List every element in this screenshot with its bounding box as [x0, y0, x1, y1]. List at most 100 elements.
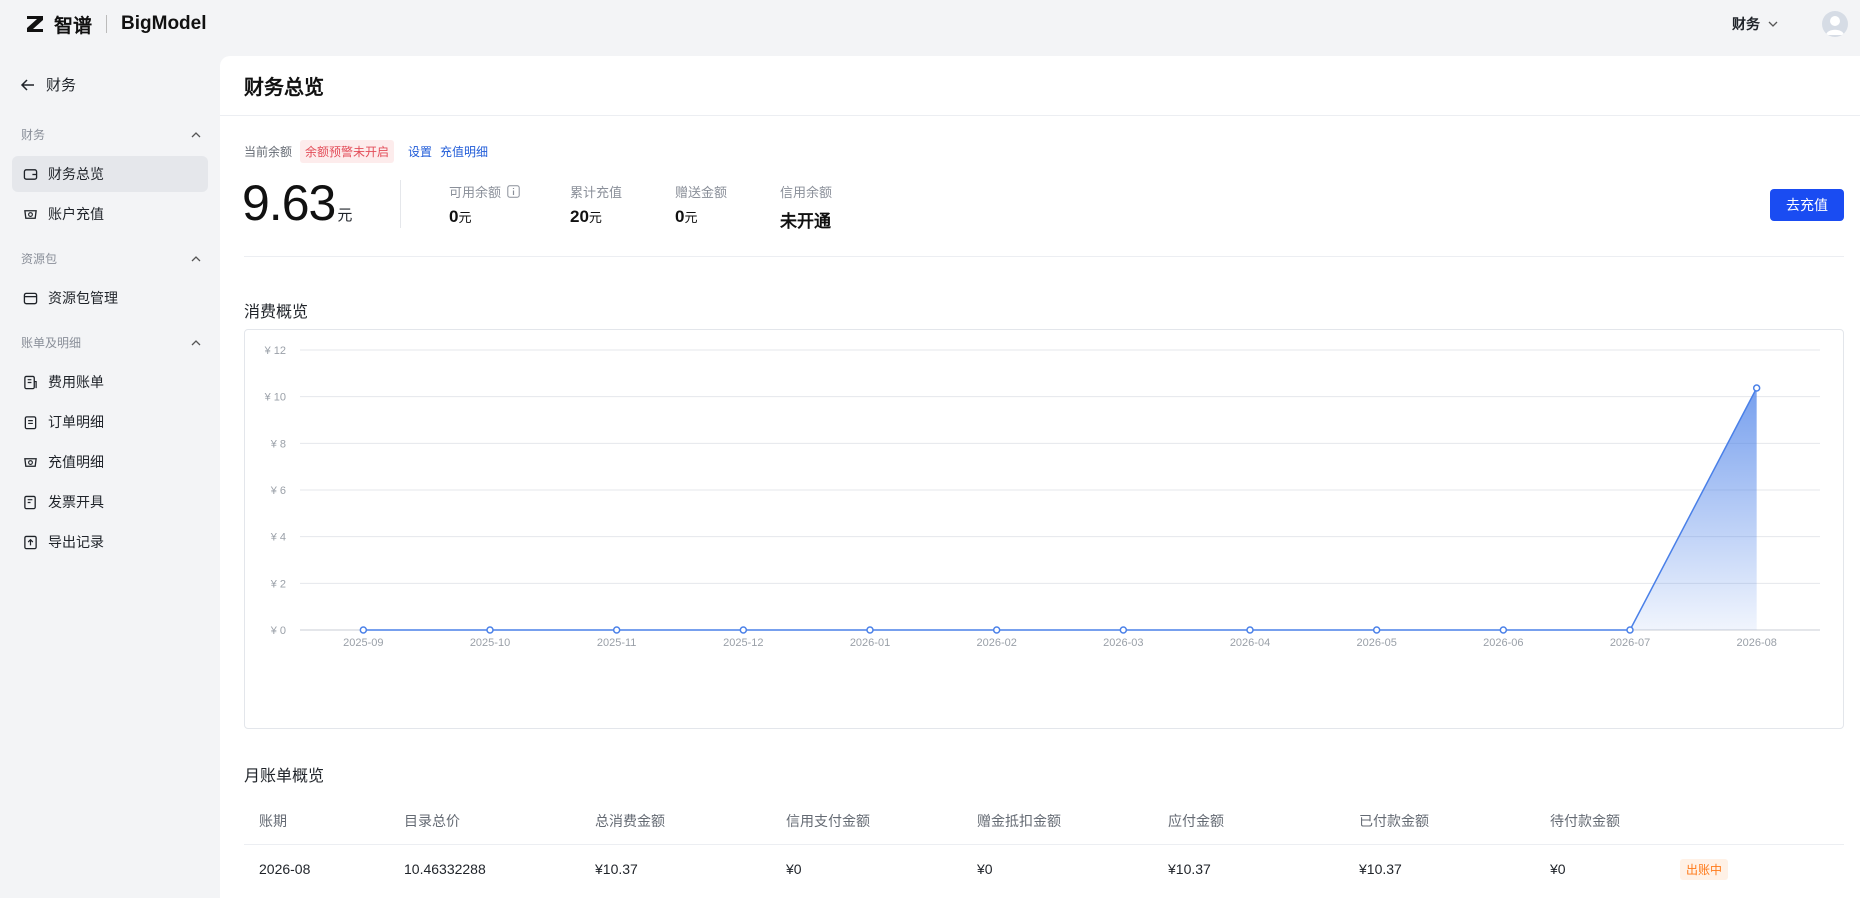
sidebar-item-label: 发票开具 [48, 494, 104, 510]
x-tick-label: 2025-10 [470, 637, 510, 649]
bill-status-badge: 出账中 [1680, 858, 1729, 880]
page-header: 财务总览 [220, 56, 1860, 116]
table-cell: ¥0 [977, 861, 993, 877]
sidebar-item-label: 账户充值 [48, 206, 104, 222]
data-point [1499, 626, 1508, 634]
user-avatar[interactable] [1822, 11, 1848, 37]
column-header: 总消费金额 [595, 812, 665, 829]
data-point [1246, 626, 1254, 634]
y-tick-label: ¥ 10 [264, 392, 286, 404]
data-point [992, 626, 1001, 634]
x-tick-label: 2026-03 [1103, 637, 1143, 649]
zhipu-logo-icon [24, 13, 46, 35]
sidebar-item-recharge-details[interactable]: 充值明细 [12, 444, 208, 480]
column-header: 账期 [259, 812, 287, 829]
stat-bonus-amount: 赠送金额 0元 [675, 182, 727, 227]
main-panel: 财务总览 当前余额 余额预警未开启 设置 充值明细 9.63 元 可用余额 0元… [220, 56, 1860, 898]
sidebar-item-resource-pack-management[interactable]: 资源包管理 [12, 280, 208, 316]
arrow-left-icon [20, 78, 34, 91]
balance-alert-status-tag: 余额预警未开启 [300, 140, 395, 163]
sidebar-item-order-details[interactable]: 订单明细 [12, 404, 208, 440]
stat-label: 信用余额 [780, 185, 833, 200]
table-cell: 2026-08 [259, 861, 311, 877]
balance-divider [400, 180, 401, 228]
consumption-overview-title: 消费概览 [244, 304, 309, 321]
table-cell: ¥10.37 [595, 861, 638, 877]
x-tick-label: 2026-08 [1736, 637, 1776, 649]
table-cell: ¥0 [1550, 861, 1566, 877]
sidebar-item-expense-bill[interactable]: 费用账单 [12, 364, 208, 400]
data-point [1372, 626, 1381, 634]
data-point [1752, 384, 1761, 392]
info-icon[interactable] [507, 185, 520, 198]
sidebar-item-label: 资源包管理 [48, 290, 118, 306]
x-tick-label: 2026-06 [1483, 637, 1523, 649]
clipboard-icon [22, 414, 38, 430]
export-icon [22, 534, 38, 550]
sidebar-item-label: 导出记录 [48, 534, 104, 550]
balance-alert-settings-link[interactable]: 设置 [408, 143, 432, 160]
sidebar-group-billing[interactable]: 账单及明细 [21, 334, 201, 351]
sidebar-group-label: 账单及明细 [21, 336, 82, 350]
sidebar-group-finance[interactable]: 财务 [21, 126, 201, 143]
sidebar-item-finance-overview[interactable]: 财务总览 [12, 156, 208, 192]
sidebar-item-label: 充值明细 [48, 454, 104, 470]
x-tick-label: 2026-07 [1610, 637, 1650, 649]
finance-dropdown[interactable]: 财务 [1732, 14, 1778, 34]
top-bar: 智谱 BigModel 财务 [0, 0, 1860, 48]
recharge-button[interactable]: 去充值 [1770, 189, 1844, 221]
y-tick-label: ¥ 6 [270, 485, 286, 497]
stat-available-balance: 可用余额 0元 [449, 182, 520, 227]
data-point [359, 626, 368, 634]
chevron-up-icon [191, 255, 201, 261]
brand-divider [106, 15, 108, 33]
sidebar-group-resource-pack[interactable]: 资源包 [21, 250, 201, 267]
consumption-chart: ¥ 0 ¥ 2 ¥ 4 ¥ 6 ¥ 8 ¥ 10 ¥ 12 2025-09 2025-10 202… [244, 329, 1844, 729]
stat-unit: 元 [588, 210, 602, 225]
y-tick-label: ¥ 12 [264, 345, 286, 357]
sidebar-item-label: 财务总览 [48, 166, 104, 182]
monthly-bill-overview-title: 月账单概览 [244, 768, 325, 785]
sidebar-item-account-recharge[interactable]: 账户充值 [12, 196, 208, 232]
piggy-bank-icon [22, 206, 38, 222]
brand-name-en: BigModel [121, 13, 207, 34]
stat-unit: 元 [458, 210, 472, 225]
brand-name-cn: 智谱 [54, 15, 93, 37]
recharge-details-link[interactable]: 充值明细 [440, 143, 488, 160]
back-to-finance-link[interactable]: 财务 [20, 74, 76, 95]
balance-header: 当前余额 余额预警未开启 设置 充值明细 [244, 140, 488, 163]
column-header: 信用支付金额 [786, 812, 870, 829]
stat-total-recharge: 累计充值 20元 [570, 182, 622, 227]
user-icon [1826, 16, 1844, 35]
column-header: 应付金额 [1168, 812, 1224, 829]
y-tick-label: ¥ 2 [270, 578, 286, 590]
stat-label: 可用余额 [449, 185, 502, 200]
consumption-chart-svg: ¥ 0 ¥ 2 ¥ 4 ¥ 6 ¥ 8 ¥ 10 ¥ 12 2025-09 2025-10 202… [264, 345, 1820, 649]
y-tick-label: ¥ 0 [270, 625, 286, 637]
y-tick-label: ¥ 4 [270, 532, 286, 544]
wallet-icon [22, 166, 38, 182]
sidebar-group-label: 财务 [21, 128, 46, 142]
column-header: 已付款金额 [1359, 812, 1429, 829]
sidebar-item-export-records[interactable]: 导出记录 [12, 524, 208, 560]
data-point [739, 626, 748, 634]
table-cell: ¥10.37 [1168, 861, 1211, 877]
monthly-bill-table: 账期 目录总价 总消费金额 信用支付金额 赠金抵扣金额 应付金额 已付款金额 待… [244, 797, 1844, 893]
sidebar-item-label: 订单明细 [48, 414, 104, 430]
brand-logo[interactable]: 智谱 BigModel [24, 11, 207, 38]
stat-label: 累计充值 [570, 185, 623, 200]
series-line [363, 387, 1758, 631]
page-title: 财务总览 [244, 77, 324, 99]
table-row[interactable]: 2026-08 10.46332288 ¥10.37 ¥0 ¥0 ¥10.37 … [244, 845, 1844, 893]
table-cell: ¥10.37 [1359, 861, 1402, 877]
section-divider [244, 256, 1844, 257]
sidebar-group-label: 资源包 [21, 252, 58, 266]
back-link-label: 财务 [46, 77, 77, 94]
finance-dropdown-label: 财务 [1732, 16, 1760, 32]
x-tick-label: 2025-09 [343, 637, 383, 649]
data-point [866, 626, 874, 634]
stat-label: 赠送金额 [675, 185, 728, 200]
stat-unit: 元 [684, 210, 698, 225]
column-header: 赠金抵扣金额 [977, 812, 1061, 829]
sidebar-item-invoice[interactable]: 发票开具 [12, 484, 208, 520]
